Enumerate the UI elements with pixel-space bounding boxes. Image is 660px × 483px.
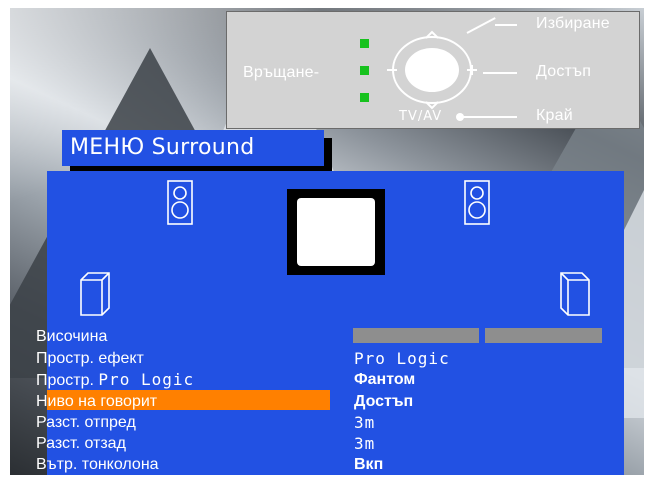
- front-right-speaker-icon: [464, 180, 490, 225]
- menu-item-speech-level[interactable]: Ниво на говорит: [36, 393, 157, 411]
- height-level-bar[interactable]: [353, 328, 479, 343]
- height-level-bar[interactable]: [485, 328, 602, 343]
- rear-right-speaker-icon: [560, 272, 590, 316]
- value-spatial-effect: Pro Logic: [354, 349, 450, 368]
- connector-line: [483, 72, 517, 74]
- access-label: Достъп: [536, 63, 592, 80]
- select-label: Избиране: [536, 15, 610, 32]
- value-front-distance: 3m: [354, 413, 376, 432]
- led-icon: [360, 66, 369, 75]
- rear-left-speaker-icon: [80, 272, 110, 316]
- led-icon: [360, 39, 369, 48]
- exit-label: Край: [536, 107, 573, 124]
- back-label: Връщане-: [243, 64, 320, 81]
- menu-item-height[interactable]: Височина: [36, 328, 107, 346]
- menu-item-spatial-effect[interactable]: Простр. ефект: [36, 350, 144, 368]
- menu-title: МЕНЮ Surround: [70, 135, 255, 160]
- front-left-speaker-icon: [167, 180, 193, 225]
- menu-item-rear-distance[interactable]: Разст. отзад: [36, 435, 126, 453]
- remote-dpad-icon: [387, 30, 477, 110]
- value-internal-speaker: Вкп: [354, 456, 384, 473]
- value-spatial-pro-logic: Фантом: [354, 371, 416, 388]
- led-icon: [360, 93, 369, 102]
- tv-icon: [287, 189, 385, 275]
- value-speech-level: Достъп: [354, 393, 414, 410]
- menu-item-internal-speaker[interactable]: Вътр. тонколона: [36, 456, 159, 474]
- connector-line: [463, 116, 517, 118]
- menu-title-tab: МЕНЮ Surround: [62, 130, 324, 166]
- menu-item-spatial-pro-logic[interactable]: Простр. Pro Logic: [36, 371, 194, 390]
- menu-item-front-distance[interactable]: Разст. отпред: [36, 414, 136, 432]
- value-rear-distance: 3m: [354, 434, 376, 453]
- remote-help-panel: Връщане- Избиране Достъп TV/AV Край: [226, 11, 640, 129]
- connector-line: [495, 24, 517, 26]
- pro-logic-text: Pro Logic: [98, 370, 195, 389]
- tvav-label: TV/AV: [399, 109, 443, 124]
